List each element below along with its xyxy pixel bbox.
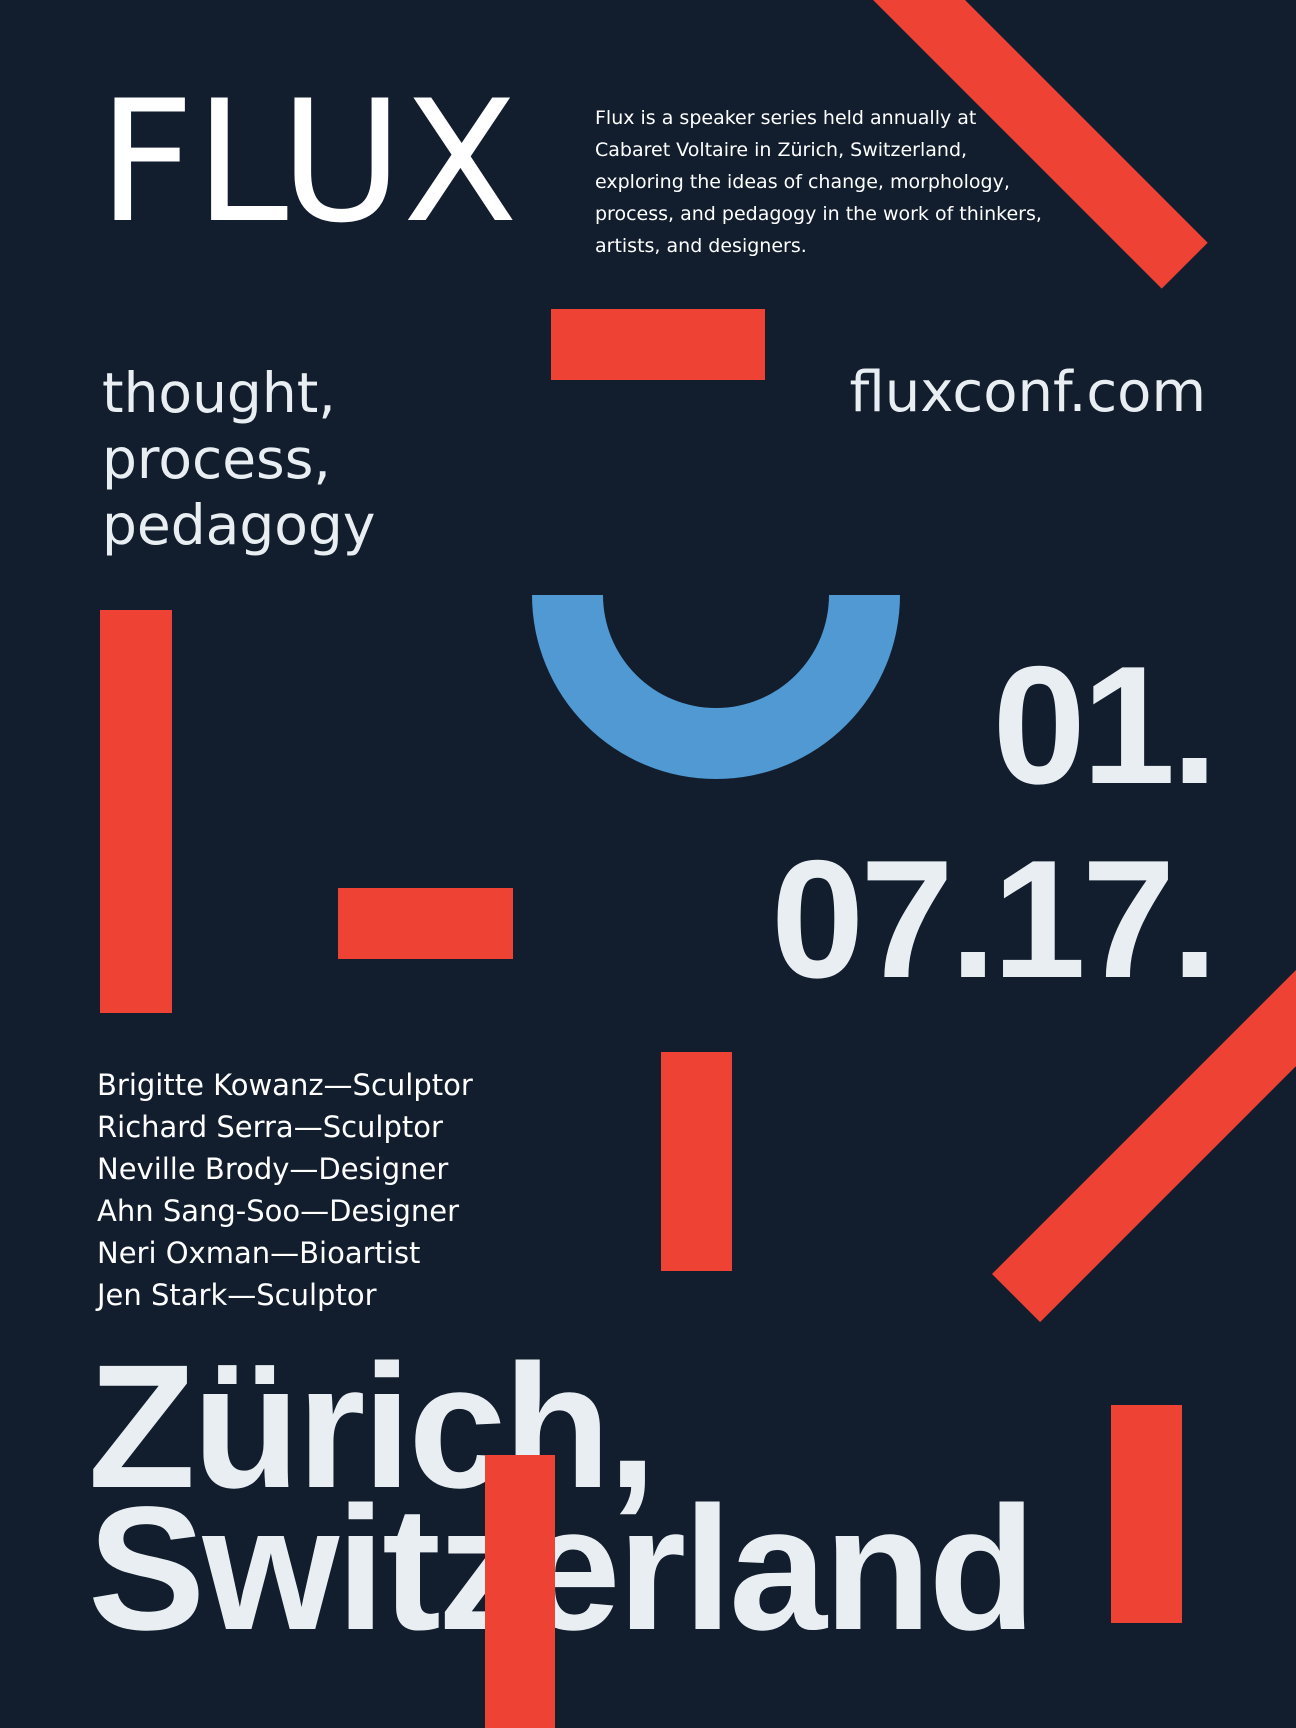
speaker-item: Jen Stark—Sculptor <box>97 1278 377 1312</box>
website-url: fluxconf.com <box>849 360 1206 425</box>
red-vertical-bar-left <box>100 610 172 1013</box>
speaker-list: Brigitte Kowanz—Sculptor Richard Serra—S… <box>97 1064 473 1316</box>
flux-logo: FLUX <box>98 64 518 260</box>
speaker-item: Neri Oxman—Bioartist <box>97 1236 421 1270</box>
speaker-item: Ahn Sang-Soo—Designer <box>97 1194 460 1228</box>
date-line: 01. <box>992 631 1218 819</box>
red-vertical-bar-bottom-center <box>485 1455 555 1728</box>
speaker-item: Neville Brody—Designer <box>97 1152 449 1186</box>
red-vertical-bar-center <box>661 1052 732 1271</box>
event-date: 01. 07.17. <box>770 628 1218 1016</box>
red-horizontal-bar-middle <box>338 888 513 959</box>
red-vertical-bar-bottom-right <box>1111 1405 1182 1623</box>
location-title: Zürich, Switzerland <box>88 1339 1036 1667</box>
tagline-line: thought, <box>102 361 336 425</box>
tagline: thought, process, pedagogy <box>102 360 375 558</box>
location-line: Switzerland <box>88 1471 1036 1667</box>
speaker-item: Brigitte Kowanz—Sculptor <box>97 1068 473 1102</box>
tagline-line: process, <box>102 427 331 491</box>
red-horizontal-bar-top <box>551 309 765 380</box>
date-line: 07.17. <box>770 825 1218 1013</box>
event-description: Flux is a speaker series held annually a… <box>595 107 1042 257</box>
tagline-line: pedagogy <box>102 493 376 557</box>
flux-poster: FLUX Flux is a speaker series held annua… <box>0 0 1296 1728</box>
speaker-item: Richard Serra—Sculptor <box>97 1110 443 1144</box>
